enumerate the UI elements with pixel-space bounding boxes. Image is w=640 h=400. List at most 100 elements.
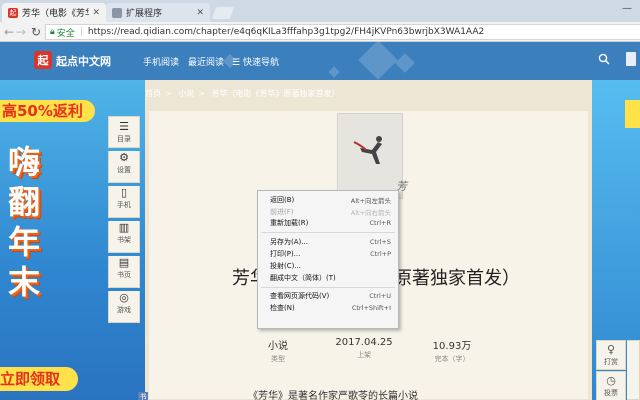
- meta-label: 完本（字）: [434, 355, 470, 363]
- breadcrumb: 首页 > 小说 > 芳华（电影《芳华》原著独家首发）: [145, 88, 344, 100]
- gear-icon: ⚙: [119, 151, 129, 164]
- book-icon: ▤: [118, 256, 130, 269]
- qidian-logo-icon[interactable]: 起: [34, 51, 52, 69]
- bookshelf-button[interactable]: ▥ 书架: [108, 221, 140, 253]
- meta-label: 类型: [271, 355, 285, 363]
- book-page-button[interactable]: ▤ 书页: [108, 256, 140, 288]
- meta-release-date: 2017.04.25 上架: [324, 337, 404, 360]
- vote-button[interactable]: ◷ 投票: [596, 371, 626, 400]
- menu-item-inspect[interactable]: 检查(N) Ctrl+Shift+I: [258, 302, 398, 314]
- nav-mobile-reading[interactable]: 手机阅读: [143, 55, 179, 68]
- menu-item-label: 检查(N): [270, 304, 295, 313]
- meta-label: 上架: [357, 351, 371, 359]
- menu-item-shortcut: Ctrl+Shift+I: [351, 304, 391, 313]
- tab-title: 扩展程序: [126, 9, 163, 19]
- site-logo-text[interactable]: 起点中文网: [56, 53, 111, 69]
- menu-item-label: 查看网页源代码(V): [270, 292, 330, 301]
- tip-button[interactable]: ♀ 打赏: [596, 340, 626, 370]
- nav-quick-navigation-label: 快速导航: [242, 58, 279, 68]
- dancer-figure-icon: [353, 136, 382, 164]
- tab-strip: 起 芳华（电影《芳华》原着 ✕ 扩展程序 ✕ —: [0, 0, 640, 22]
- tool-label: 游戏: [117, 306, 131, 314]
- shelf-icon: ▥: [118, 221, 130, 234]
- gamepad-icon: ◎: [119, 291, 129, 304]
- catalog-button[interactable]: ☰ 目录: [108, 116, 140, 148]
- settings-button[interactable]: ⚙ 设置: [108, 151, 140, 183]
- browser-toolbar: ← → ↻ 🔒︎ 安全 | https://read.qidian.com/ch…: [0, 22, 640, 42]
- tool-label: 手机: [117, 201, 131, 209]
- tool-label: 书架: [117, 236, 131, 244]
- ad-char: 末: [7, 263, 40, 301]
- menu-item-label: 重新加载(R): [270, 219, 309, 228]
- new-tab-button[interactable]: [211, 7, 235, 19]
- meta-value: 2017.04.25: [335, 337, 393, 348]
- nav-recent-reading[interactable]: 最近阅读: [188, 55, 224, 68]
- menu-item-label: 前进(F): [270, 207, 294, 216]
- breadcrumb-home[interactable]: 首页: [145, 89, 161, 98]
- meta-word-count: 10.93万 完本（字）: [412, 337, 492, 364]
- menu-item-shortcut: Ctrl+R: [369, 219, 391, 228]
- close-icon[interactable]: ✕: [92, 8, 100, 18]
- nav-quick-navigation[interactable]: ☰ 快速导航: [232, 55, 279, 68]
- reward-icon: ♀: [606, 343, 616, 356]
- minimize-icon[interactable]: —: [620, 4, 634, 16]
- tool-label: 书页: [117, 271, 131, 279]
- menu-item-label: 返回(B): [270, 195, 295, 204]
- ad-rebate-banner[interactable]: 高50%返利: [0, 100, 95, 122]
- menu-separator: [261, 286, 395, 288]
- tab-title: 芳华（电影《芳华》原着: [22, 9, 89, 19]
- breadcrumb-separator: >: [165, 89, 172, 98]
- menu-item-cast[interactable]: 投射(C)...: [258, 260, 398, 272]
- lock-icon: 🔒︎: [50, 27, 55, 37]
- meta-genre: 小说 类型: [238, 337, 318, 364]
- tool-label: 目录: [117, 135, 131, 143]
- book-excerpt: 《芳华》是著名作家严歌苓的长篇小说: [248, 391, 418, 400]
- menu-item-save-as[interactable]: 另存为(A)... Ctrl+S: [258, 236, 398, 248]
- address-bar[interactable]: 🔒︎ 安全 | https://read.qidian.com/chapter/…: [45, 24, 640, 40]
- menu-item-label: 另存为(A)...: [270, 238, 308, 247]
- secure-label: 安全: [56, 28, 75, 39]
- breadcrumb-separator: >: [198, 89, 205, 98]
- meta-value: 10.93万: [432, 341, 472, 352]
- menu-item-back[interactable]: 返回(B) Alt+向左箭头: [258, 194, 398, 206]
- right-toolbar-edge: [627, 340, 640, 400]
- menu-item-shortcut: Alt+向右箭头: [350, 208, 391, 217]
- menu-item-shortcut: Ctrl+P: [370, 250, 391, 259]
- close-icon[interactable]: ✕: [196, 8, 204, 18]
- ad-vertical-slogan[interactable]: 嗨 翻 年 末: [6, 142, 42, 302]
- menu-item-shortcut: Alt+向左箭头: [350, 196, 391, 205]
- ticket-icon: ◷: [606, 374, 616, 387]
- book-cover[interactable]: [337, 113, 403, 199]
- menu-separator: [261, 232, 395, 234]
- phone-icon: ▯: [120, 186, 128, 199]
- games-button[interactable]: ◎ 游戏: [108, 291, 140, 323]
- right-ad-banner[interactable]: [625, 100, 640, 128]
- menu-item-label: 打印(P)...: [270, 250, 301, 259]
- menu-item-forward[interactable]: 前进(F) Alt+向右箭头: [258, 206, 398, 218]
- reload-icon[interactable]: ↻: [29, 24, 43, 40]
- tool-label: 设置: [117, 166, 131, 174]
- meta-value: 小说: [268, 341, 288, 352]
- menu-item-view-source[interactable]: 查看网页源代码(V) Ctrl+U: [258, 291, 398, 303]
- site-header: 起 起点中文网 手机阅读 最近阅读 ☰ 快速导航: [0, 42, 640, 80]
- vote-label: 投票: [604, 389, 618, 397]
- ad-char: 翻: [7, 183, 40, 221]
- reader-toolbar: ☰ 目录 ⚙ 设置 ▯ 手机 ▥ 书架 ▤ 书页 ◎ 游戏: [108, 116, 140, 323]
- book-friends-tab[interactable]: 书友: [138, 392, 148, 400]
- ad-claim-button[interactable]: 立即领取: [0, 367, 78, 391]
- puzzle-icon: [112, 7, 122, 18]
- menu-item-print[interactable]: 打印(P)... Ctrl+P: [258, 248, 398, 260]
- breadcrumb-book[interactable]: 芳华（电影《芳华》原著独家首发）: [212, 89, 340, 98]
- menu-item-translate[interactable]: 翻成中文（简体）(T): [258, 272, 398, 284]
- menu-item-reload[interactable]: 重新加载(R) Ctrl+R: [258, 218, 398, 230]
- search-icon[interactable]: [598, 53, 610, 65]
- bookshelf-icon[interactable]: [626, 52, 636, 66]
- tab-qidian[interactable]: 起 芳华（电影《芳华》原着 ✕: [2, 3, 106, 22]
- tip-label: 打赏: [604, 358, 618, 366]
- address-separator: |: [79, 27, 83, 37]
- breadcrumb-novel[interactable]: 小说: [178, 89, 194, 98]
- mobile-button[interactable]: ▯ 手机: [108, 186, 140, 218]
- forward-arrow-icon[interactable]: →: [14, 24, 28, 40]
- tab-extensions[interactable]: 扩展程序 ✕: [106, 3, 210, 22]
- context-menu: 返回(B) Alt+向左箭头 前进(F) Alt+向右箭头 重新加载(R) Ctrl+…: [257, 190, 399, 329]
